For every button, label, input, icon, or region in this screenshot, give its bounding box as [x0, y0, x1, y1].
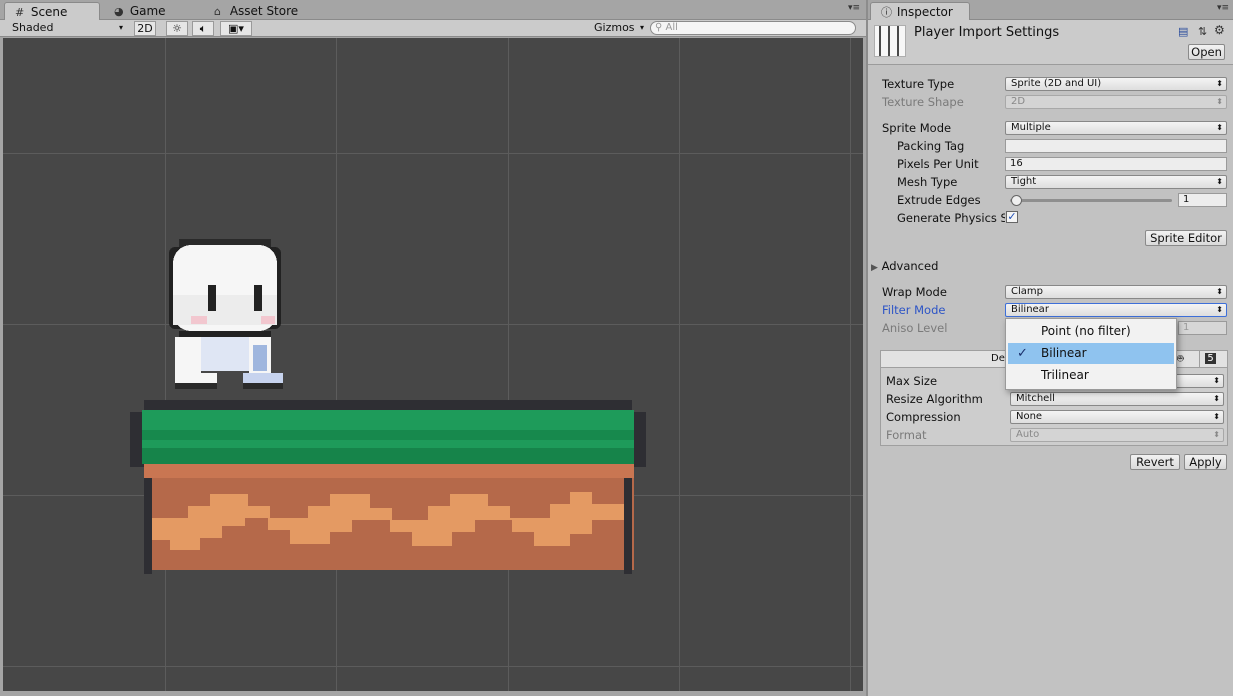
sprite-editor-button[interactable]: Sprite Editor: [1145, 230, 1227, 246]
audio-toggle-icon[interactable]: 🔈︎: [192, 21, 214, 36]
tab-scene[interactable]: # Scene: [4, 2, 100, 20]
html5-icon[interactable]: 5: [1199, 351, 1221, 367]
store-icon: ⌂: [214, 5, 221, 18]
option-point-no-filter[interactable]: Point (no filter): [1008, 321, 1174, 342]
tab-default-platform[interactable]: De: [991, 353, 1005, 364]
pacman-icon: ◕: [114, 5, 124, 18]
advanced-foldout[interactable]: ▶ Advanced: [871, 259, 938, 273]
panel-menu-icon[interactable]: ▾≡: [1217, 3, 1229, 13]
mesh-type-dropdown[interactable]: Tight ⬍: [1005, 175, 1227, 189]
shading-mode-dropdown[interactable]: Shaded ▾: [4, 21, 126, 36]
chevron-updown-icon: ⬍: [1216, 177, 1223, 186]
book-help-icon[interactable]: ▤: [1178, 25, 1188, 38]
scene-viewport[interactable]: [3, 38, 863, 691]
compression-dropdown[interactable]: None ⬍: [1010, 410, 1224, 424]
preset-icon[interactable]: ⇅: [1198, 25, 1207, 38]
option-trilinear[interactable]: Trilinear: [1008, 365, 1174, 386]
grid-icon: #: [15, 6, 25, 19]
checkmark-icon: ✓: [1017, 346, 1028, 361]
asset-thumbnail: [874, 25, 906, 57]
search-input[interactable]: ⚲ All: [650, 21, 856, 35]
chevron-updown-icon: ⬍: [1216, 287, 1223, 296]
open-button[interactable]: Open: [1188, 44, 1225, 60]
texture-shape-dropdown: 2D ⬍: [1005, 95, 1227, 109]
chevron-updown-icon: ⬍: [1213, 394, 1220, 403]
packing-tag-label: Packing Tag: [897, 139, 965, 153]
extrude-edges-slider[interactable]: [1010, 199, 1172, 202]
texture-type-label: Texture Type: [882, 77, 955, 91]
revert-button[interactable]: Revert: [1130, 454, 1180, 470]
texture-shape-label: Texture Shape: [882, 95, 964, 109]
extrude-edges-label: Extrude Edges: [897, 193, 981, 207]
grid-line: [3, 324, 863, 325]
asset-title: Player Import Settings: [914, 25, 1060, 40]
resize-algorithm-dropdown[interactable]: Mitchell ⬍: [1010, 392, 1224, 406]
filter-mode-dropdown[interactable]: Bilinear ⬍: [1005, 303, 1227, 317]
format-dropdown: Auto ⬍: [1010, 428, 1224, 442]
tab-game[interactable]: ◕ Game: [104, 2, 200, 20]
sprite-mode-dropdown[interactable]: Multiple ⬍: [1005, 121, 1227, 135]
option-bilinear[interactable]: ✓ Bilinear: [1008, 343, 1174, 364]
chevron-down-icon: ▾: [118, 23, 123, 32]
search-icon: ⚲: [655, 22, 663, 33]
packing-tag-field[interactable]: [1005, 139, 1227, 153]
grid-line: [850, 38, 851, 691]
scene-panel: # Scene ◕ Game ⌂ Asset Store ▾≡ Shaded ▾…: [0, 0, 866, 696]
mode-2d-button[interactable]: 2D: [134, 21, 156, 36]
chevron-updown-icon: ⬍: [1216, 123, 1223, 132]
panel-menu-icon[interactable]: ▾≡: [848, 3, 860, 13]
pixels-per-unit-label: Pixels Per Unit: [897, 157, 979, 171]
wrap-mode-label: Wrap Mode: [882, 285, 947, 299]
inspector-tabbar: ⓘ Inspector ▾≡: [868, 0, 1233, 20]
ground-tile[interactable]: [130, 400, 646, 575]
scene-tabbar: # Scene ◕ Game ⌂ Asset Store ▾≡: [0, 0, 866, 20]
max-size-label: Max Size: [886, 374, 938, 388]
chevron-updown-icon: ⬍: [1213, 412, 1220, 421]
lighting-toggle-icon[interactable]: ☼: [166, 21, 188, 36]
mesh-type-label: Mesh Type: [897, 175, 958, 189]
gizmos-dropdown[interactable]: Gizmos ▾: [594, 21, 644, 36]
tab-inspector[interactable]: ⓘ Inspector: [870, 2, 970, 20]
chevron-updown-icon: ⬍: [1216, 97, 1223, 106]
filter-mode-label: Filter Mode: [882, 303, 946, 317]
grid-line: [508, 38, 509, 691]
chevron-updown-icon: ⬍: [1213, 376, 1220, 385]
triangle-right-icon: ▶: [871, 263, 878, 273]
apply-button[interactable]: Apply: [1184, 454, 1227, 470]
aniso-level-field: 1: [1178, 321, 1227, 335]
scene-toolbar: Shaded ▾ 2D ☼ 🔈︎ ▣▾ Gizmos ▾ ⚲ All: [0, 20, 866, 37]
sprite-mode-label: Sprite Mode: [882, 121, 952, 135]
generate-physics-checkbox[interactable]: ✓: [1006, 211, 1018, 223]
grid-line: [3, 666, 863, 667]
tab-asset-store[interactable]: ⌂ Asset Store: [204, 2, 314, 20]
chevron-updown-icon: ⬍: [1213, 430, 1220, 439]
chevron-updown-icon: ⬍: [1216, 305, 1223, 314]
extrude-edges-field[interactable]: 1: [1178, 193, 1227, 207]
aniso-level-label: Aniso Level: [882, 321, 948, 335]
format-label: Format: [886, 428, 927, 442]
android-icon[interactable]: 🤖︎: [1177, 352, 1184, 367]
filter-mode-popup: Point (no filter) ✓ Bilinear Trilinear: [1005, 318, 1177, 390]
texture-type-dropdown[interactable]: Sprite (2D and UI) ⬍: [1005, 77, 1227, 91]
gear-icon[interactable]: ⚙: [1214, 23, 1225, 37]
resize-algorithm-label: Resize Algorithm: [886, 392, 983, 406]
compression-label: Compression: [886, 410, 961, 424]
pixels-per-unit-field[interactable]: 16: [1005, 157, 1227, 171]
player-sprite[interactable]: [161, 233, 291, 398]
generate-physics-label: Generate Physics S: [897, 211, 1005, 225]
effects-dropdown-icon[interactable]: ▣▾: [220, 21, 252, 36]
info-icon: ⓘ: [881, 6, 892, 19]
grid-line: [3, 153, 863, 154]
chevron-down-icon: ▾: [639, 23, 644, 32]
chevron-updown-icon: ⬍: [1216, 79, 1223, 88]
wrap-mode-dropdown[interactable]: Clamp ⬍: [1005, 285, 1227, 299]
grid-line: [336, 38, 337, 691]
grid-line: [679, 38, 680, 691]
